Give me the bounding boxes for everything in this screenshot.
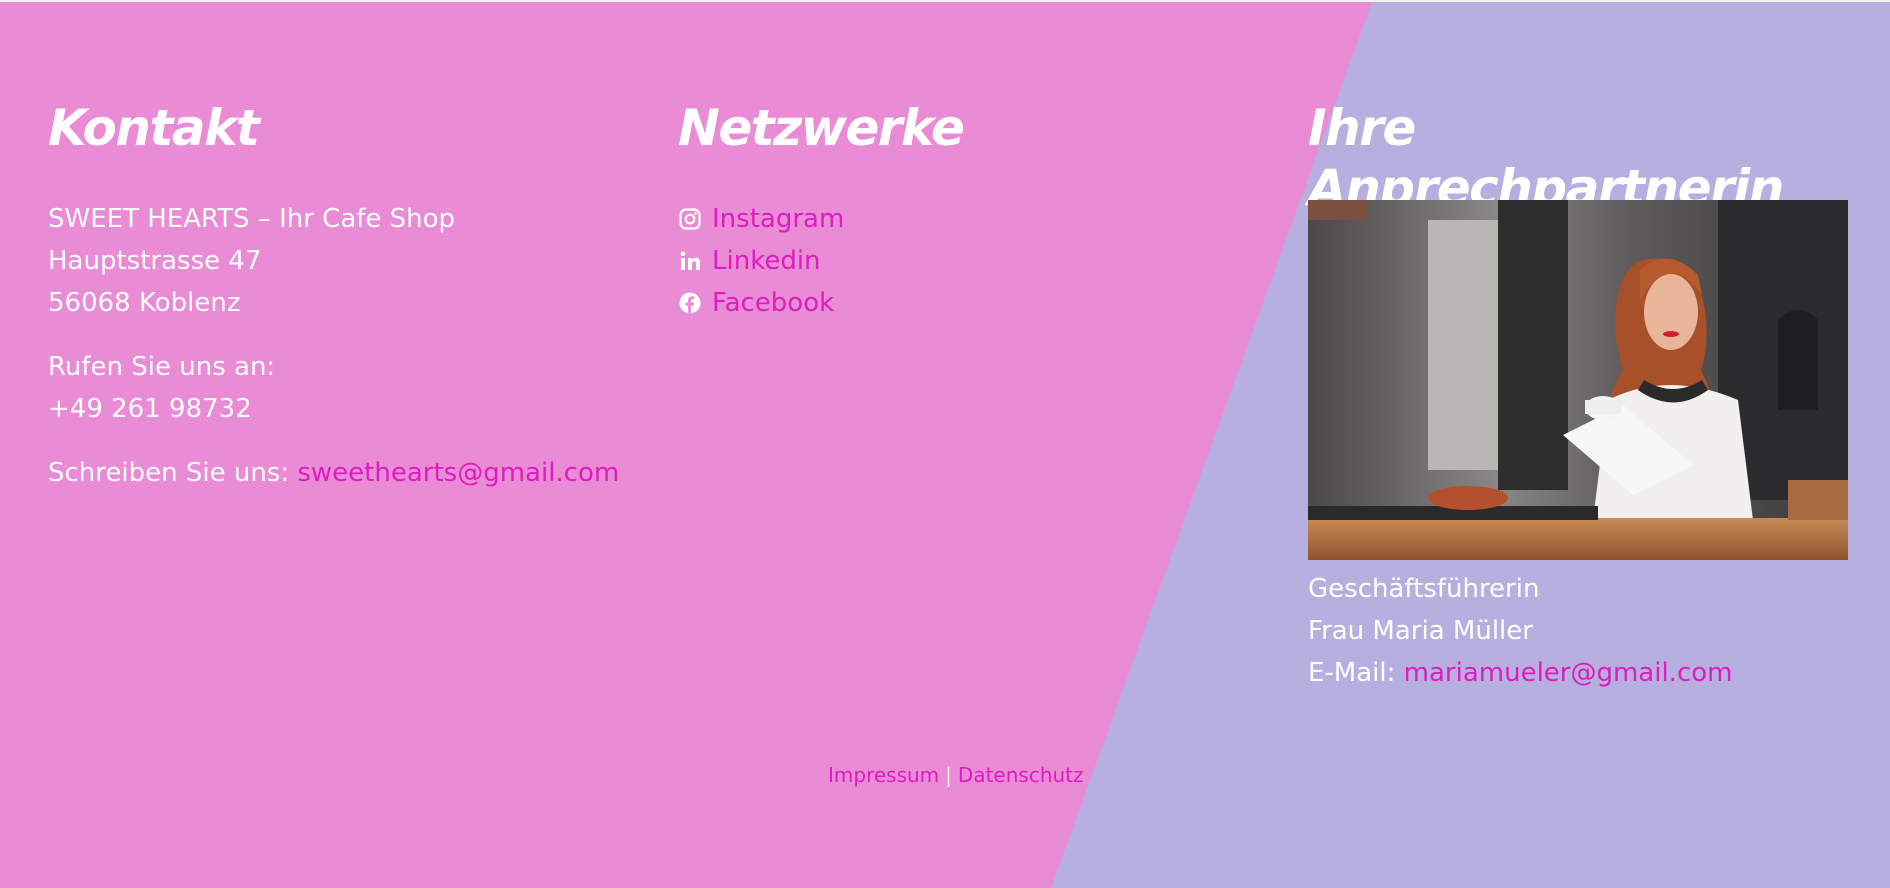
netzwerke-column: Netzwerke Instagram Linkedin Facebook (678, 98, 1178, 318)
facebook-label: Facebook (712, 288, 835, 318)
city-address: 56068 Koblenz (48, 288, 241, 318)
legal-separator: | (945, 763, 952, 787)
street-address: Hauptstrasse 47 (48, 246, 262, 276)
impressum-link[interactable]: Impressum (828, 763, 939, 787)
linkedin-label: Linkedin (712, 246, 821, 276)
contact-email-link[interactable]: sweethearts@gmail.com (297, 458, 619, 488)
kontakt-heading: Kontakt (48, 99, 260, 157)
instagram-label: Instagram (712, 204, 845, 234)
call-label: Rufen Sie uns an: (48, 352, 276, 382)
site-footer: Kontakt SWEET HEARTS – Ihr Cafe Shop Hau… (0, 0, 1890, 888)
top-divider (0, 0, 1890, 2)
instagram-icon (678, 207, 702, 231)
company-name: SWEET HEARTS – Ihr Cafe Shop (48, 204, 456, 234)
facebook-link[interactable]: Facebook (678, 282, 834, 324)
contact-name: Frau Maria Müller (1308, 616, 1533, 646)
contact-person-photo (1308, 200, 1848, 560)
legal-links: Impressum | Datenschutz (828, 762, 1084, 788)
linkedin-link[interactable]: Linkedin (678, 240, 821, 282)
write-label: Schreiben Sie uns: (48, 458, 290, 488)
kontakt-column: Kontakt SWEET HEARTS – Ihr Cafe Shop Hau… (48, 98, 648, 488)
contact-person-email-link[interactable]: mariamueler@gmail.com (1404, 658, 1733, 688)
linkedin-icon (678, 249, 702, 273)
phone-number[interactable]: +49 261 98732 (48, 388, 252, 430)
datenschutz-link[interactable]: Datenschutz (958, 763, 1084, 787)
netzwerke-heading: Netzwerke (678, 99, 965, 157)
instagram-link[interactable]: Instagram (678, 198, 844, 240)
contact-role: Geschäftsführerin (1308, 574, 1540, 604)
write-line: Schreiben Sie uns: sweethearts@gmail.com (48, 452, 619, 494)
facebook-icon (678, 291, 702, 315)
contact-email-label: E-Mail: (1308, 658, 1396, 688)
ansprechpartnerin-column: Ihre Anprechpartnerin Geschäftsführerin … (1308, 98, 1868, 688)
contact-email-line: E-Mail: mariamueler@gmail.com (1308, 652, 1732, 694)
ansprechpartnerin-heading: Ihre Anprechpartnerin (1308, 99, 1784, 217)
